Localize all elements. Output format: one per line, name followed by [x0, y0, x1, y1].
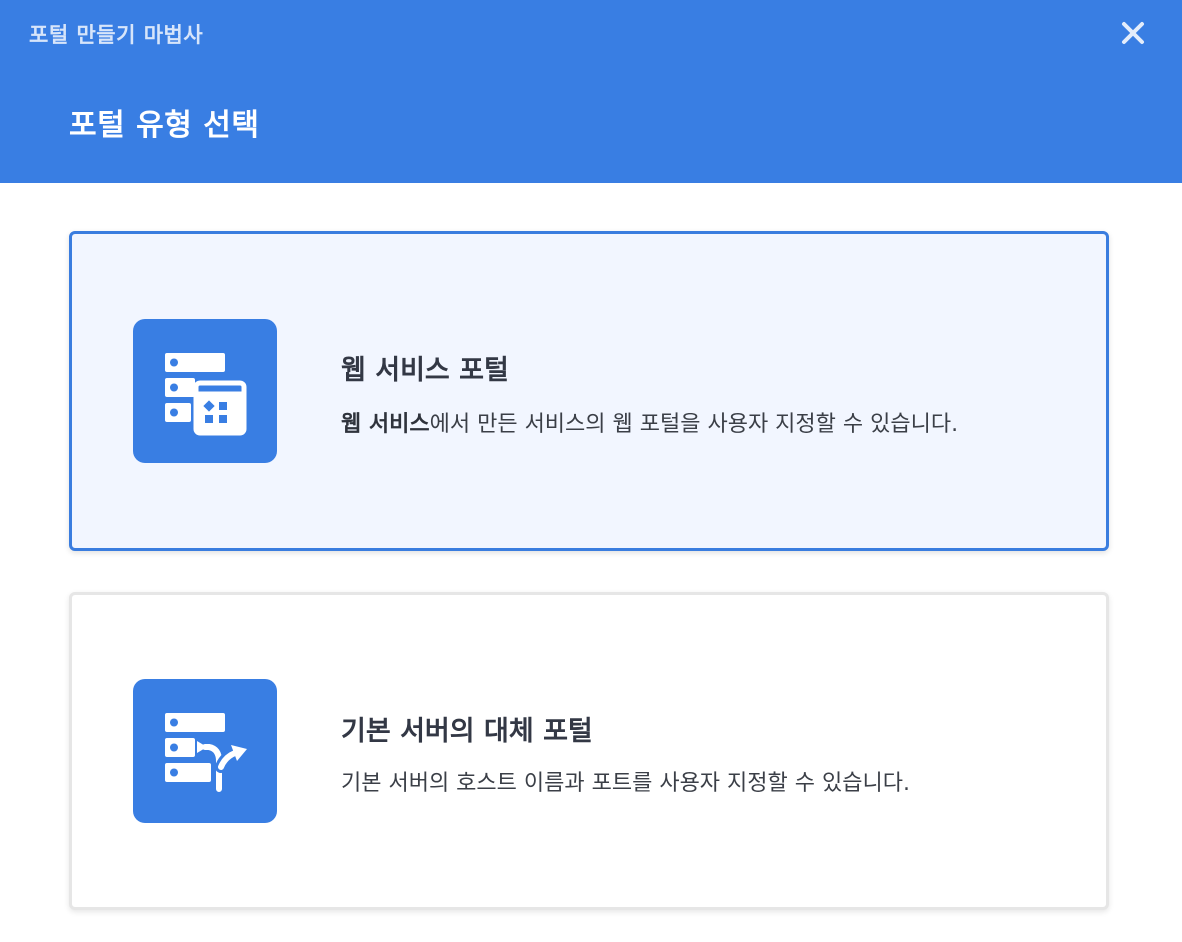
close-button[interactable] — [1116, 16, 1150, 50]
option-server-alternate-portal[interactable]: 기본 서버의 대체 포털 기본 서버의 호스트 이름과 포트를 사용자 지정할 … — [69, 592, 1109, 910]
server-alternate-portal-icon — [133, 679, 277, 823]
dialog-header: 포털 만들기 마법사 포털 유형 선택 — [0, 0, 1182, 183]
option-web-service-portal[interactable]: 웹 서비스 포털 웹 서비스에서 만든 서비스의 웹 포털을 사용자 지정할 수… — [69, 231, 1109, 551]
option-description-bold: 웹 서비스 — [341, 412, 430, 437]
wizard-title: 포털 만들기 마법사 — [29, 23, 204, 47]
option-description-text: 에서 만든 서비스의 웹 포털을 사용자 지정할 수 있습니다. — [429, 412, 959, 437]
option-description-text: 기본 서버의 호스트 이름과 포트를 사용자 지정할 수 있습니다. — [341, 771, 910, 796]
web-service-portal-icon — [133, 319, 277, 463]
option-title: 기본 서버의 대체 포털 — [341, 716, 593, 747]
option-description: 웹 서비스에서 만든 서비스의 웹 포털을 사용자 지정할 수 있습니다. — [341, 406, 958, 438]
option-title: 웹 서비스 포털 — [341, 355, 509, 386]
option-description: 기본 서버의 호스트 이름과 포트를 사용자 지정할 수 있습니다. — [341, 765, 910, 797]
close-icon — [1122, 22, 1144, 44]
step-title: 포털 유형 선택 — [69, 108, 260, 143]
